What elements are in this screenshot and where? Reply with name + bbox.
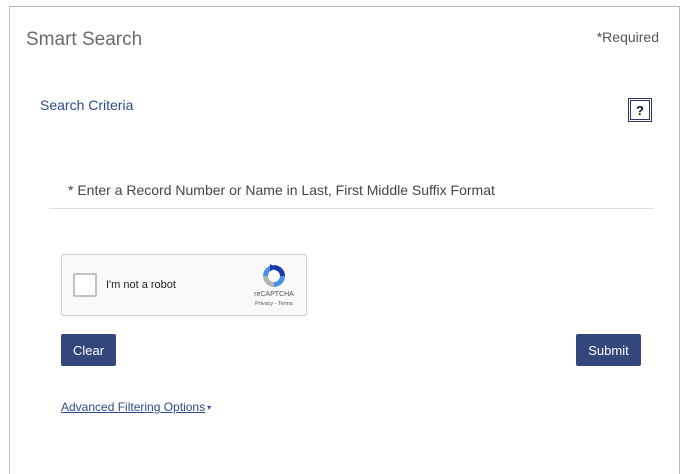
search-criteria-heading: Search Criteria	[40, 97, 134, 113]
advanced-filtering-label[interactable]: Advanced Filtering Options	[61, 400, 205, 414]
recaptcha-privacy-terms[interactable]: Privacy - Terms	[243, 301, 305, 307]
help-button[interactable]: ?	[628, 98, 652, 122]
submit-button[interactable]: Submit	[576, 334, 641, 366]
page-title: Smart Search	[26, 29, 143, 50]
required-note: *Required	[596, 29, 659, 45]
recaptcha-checkbox[interactable]	[73, 273, 97, 297]
recaptcha-brand: reCAPTCHA	[254, 291, 294, 298]
recaptcha-label: I'm not a robot	[106, 279, 176, 291]
recaptcha-widget: I'm not a robot reCAPTCHA Privacy - Term…	[61, 254, 307, 316]
record-search-input[interactable]	[49, 172, 654, 209]
caret-down-icon: ▾	[207, 403, 212, 413]
recaptcha-logo-icon	[263, 264, 285, 287]
clear-button[interactable]: Clear	[61, 334, 116, 366]
advanced-filtering-toggle[interactable]: Advanced Filtering Options ▾	[61, 400, 211, 414]
